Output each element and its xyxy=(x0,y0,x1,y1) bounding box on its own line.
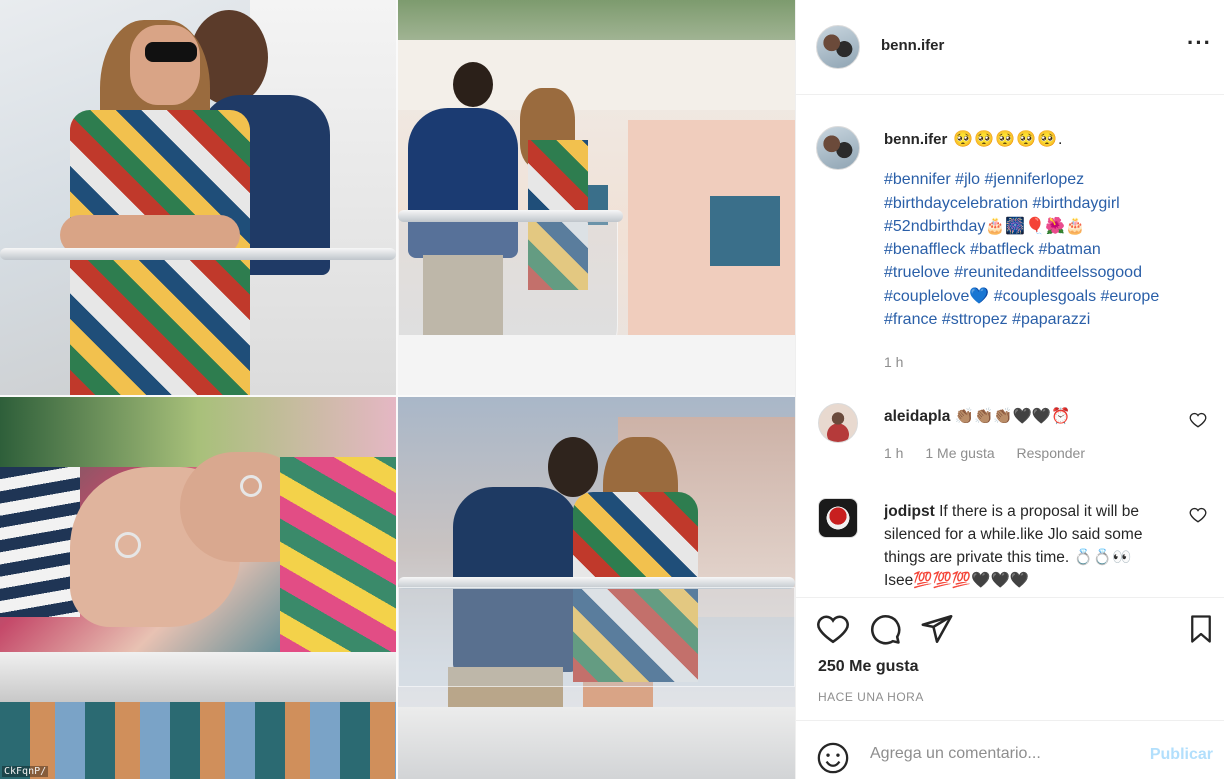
comments-section[interactable]: benn.ifer 🥺🥺🥺🥺🥺. #bennifer #jlo #jennifer… xyxy=(796,96,1224,596)
reply-button[interactable]: Responder xyxy=(1017,445,1086,461)
comment-likes[interactable]: 1 Me gusta xyxy=(925,445,994,461)
caption-emojis: 🥺🥺🥺🥺🥺. xyxy=(953,131,1064,148)
post-panel: benn.ifer ··· benn.ifer 🥺🥺🥺🥺🥺. #bennifer … xyxy=(795,0,1224,779)
share-send-icon[interactable] xyxy=(920,612,954,646)
comment-text: 👏🏽👏🏽👏🏽🖤🖤⏰ xyxy=(954,408,1071,425)
commenter-avatar[interactable] xyxy=(818,498,858,538)
add-comment-bar: Publicar xyxy=(796,720,1224,779)
post-header: benn.ifer ··· xyxy=(796,0,1224,95)
hashtag-line[interactable]: #truelove #reunitedanditfeelssogood xyxy=(884,261,1214,284)
author-username[interactable]: benn.ifer xyxy=(881,37,944,54)
collage-photo-couple-railing xyxy=(398,397,795,779)
hashtag-line[interactable]: #52ndbirthday🎂🎆🎈🌺🎂 xyxy=(884,215,1214,238)
like-count[interactable]: 250 Me gusta xyxy=(818,658,918,676)
emoji-smile-icon[interactable] xyxy=(816,741,850,775)
caption-username[interactable]: benn.ifer xyxy=(884,131,947,148)
comment-bubble-icon[interactable] xyxy=(868,612,902,646)
like-heart-icon[interactable] xyxy=(816,612,850,646)
bookmark-icon[interactable] xyxy=(1186,612,1216,646)
hashtag-line[interactable]: #birthdaycelebration #birthdaygirl xyxy=(884,192,1214,215)
hashtag-line[interactable]: #bennifer #jlo #jenniferlopez xyxy=(884,168,1214,191)
post-caption: benn.ifer 🥺🥺🥺🥺🥺. #bennifer #jlo #jennifer… xyxy=(884,128,1214,331)
comment-input[interactable] xyxy=(870,745,1140,763)
collage-photo-yacht-deck xyxy=(398,0,795,395)
commenter-username[interactable]: aleidapla xyxy=(884,408,950,425)
collage-photo-hands-ring xyxy=(0,397,396,779)
author-avatar[interactable] xyxy=(816,25,860,69)
commenter-username[interactable]: jodipst xyxy=(884,503,935,520)
post-actions: 250 Me gusta HACE UNA HORA xyxy=(796,597,1224,720)
comment-heart-icon[interactable] xyxy=(1189,506,1207,524)
more-options-icon[interactable]: ··· xyxy=(1187,30,1212,56)
comment-body: jodipst If there is a proposal it will b… xyxy=(884,500,1184,592)
caption-hashtags: #bennifer #jlo #jenniferlopez #birthdayc… xyxy=(884,168,1214,331)
commenter-avatar[interactable] xyxy=(818,403,858,443)
hashtag-line[interactable]: #benaffleck #batfleck #batman xyxy=(884,238,1214,261)
image-watermark: CkFqnP/ xyxy=(2,766,49,777)
comment-time[interactable]: 1 h xyxy=(884,445,903,461)
hashtag-line[interactable]: #couplelove💙 #couplesgoals #europe xyxy=(884,285,1214,308)
post-timestamp: HACE UNA HORA xyxy=(818,690,924,704)
comment-body: aleidapla 👏🏽👏🏽👏🏽🖤🖤⏰ xyxy=(884,405,1184,428)
hashtag-line[interactable]: #france #sttropez #paparazzi xyxy=(884,308,1214,331)
publish-button[interactable]: Publicar xyxy=(1150,746,1213,764)
collage-photo-couple-embrace xyxy=(0,0,396,395)
post-image[interactable]: CkFqnP/ xyxy=(0,0,795,779)
caption-avatar[interactable] xyxy=(816,126,860,170)
comment-meta: 1 h 1 Me gusta Responder xyxy=(884,445,1103,461)
caption-time[interactable]: 1 h xyxy=(884,354,903,370)
comment-heart-icon[interactable] xyxy=(1189,411,1207,429)
